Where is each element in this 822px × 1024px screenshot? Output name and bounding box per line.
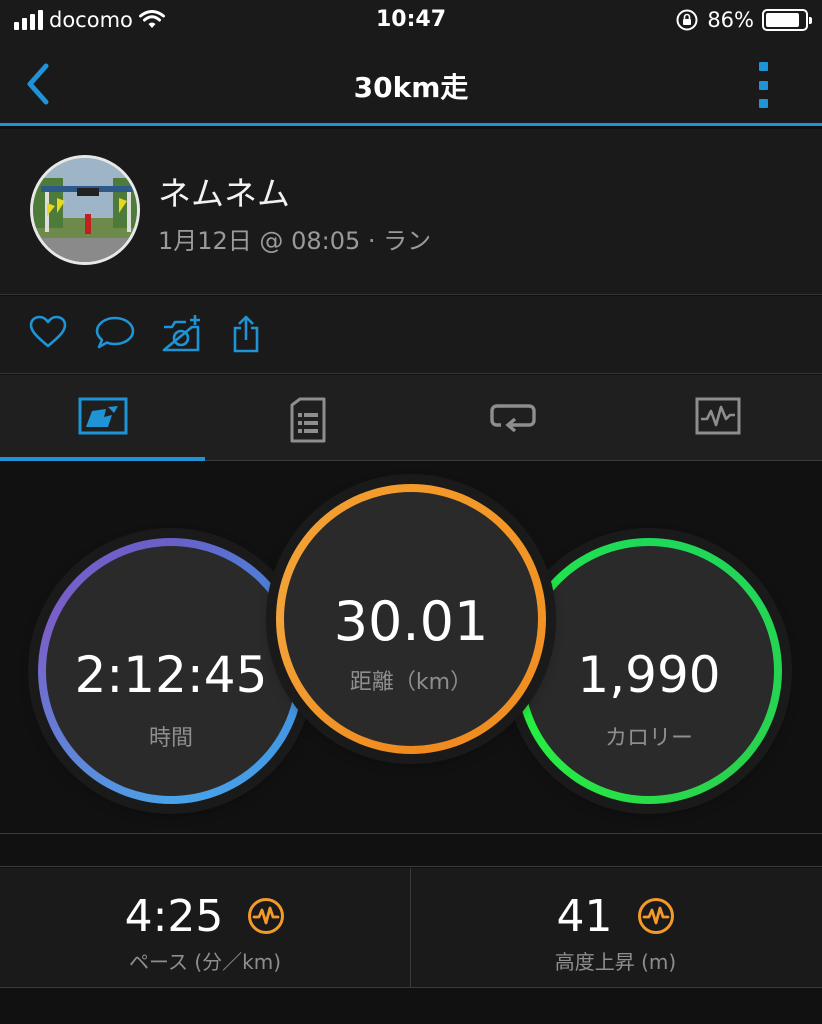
- comment-icon: [95, 316, 135, 349]
- nav-bar: 30km走: [0, 44, 822, 126]
- tab-laps[interactable]: [410, 375, 615, 461]
- battery-icon: [762, 9, 812, 31]
- activity-meta: 1月12日 @ 08:05 · ラン: [158, 227, 432, 255]
- details-icon: [290, 397, 325, 443]
- tab-details[interactable]: [205, 375, 410, 461]
- distance-metric[interactable]: 30.01 距離（km）: [276, 484, 546, 754]
- laps-icon: [489, 404, 536, 433]
- battery-percent: 86%: [707, 8, 754, 32]
- tab-bar: [0, 375, 822, 461]
- tab-indicator: [0, 457, 205, 461]
- pace-label: ペース (分／km): [128, 950, 282, 974]
- pulse-icon: [248, 898, 285, 934]
- more-dot: [758, 99, 768, 108]
- pulse-icon: [637, 898, 674, 934]
- distance-label: 距離（km）: [349, 670, 473, 695]
- add-photo-button[interactable]: [160, 314, 204, 354]
- pace-value: 4:25: [124, 890, 224, 942]
- distance-value: 30.01: [333, 590, 489, 653]
- elevation-stat[interactable]: 41 高度上昇 (m): [410, 868, 820, 988]
- summary-icon: [78, 397, 127, 435]
- battery-fill: [766, 13, 799, 27]
- time-value: 2:12:45: [74, 646, 268, 704]
- pace-value-row: 4:25: [0, 888, 410, 942]
- status-bar: docomo 10:47 86%: [0, 0, 822, 44]
- action-bar: [0, 296, 822, 374]
- tab-summary[interactable]: [0, 375, 205, 461]
- calories-metric[interactable]: 1,990 カロリー: [516, 538, 782, 804]
- status-right: 86%: [675, 8, 812, 32]
- add-photo-icon: [162, 315, 200, 352]
- elevation-value-row: 41: [411, 888, 820, 942]
- activity-header: ネムネム 1月12日 @ 08:05 · ラン: [0, 129, 822, 295]
- avatar-photo: [33, 158, 137, 262]
- more-vertical-icon: [758, 62, 768, 71]
- rotation-lock-icon: [676, 9, 698, 31]
- distance-metric-inner: 30.01 距離（km）: [284, 492, 538, 746]
- charts-icon: [695, 397, 740, 435]
- user-name[interactable]: ネムネム: [158, 167, 290, 215]
- stats-row: 4:25 ペース (分／km) 41 高度上昇 (m): [0, 868, 822, 988]
- pace-stat[interactable]: 4:25 ペース (分／km): [0, 868, 410, 988]
- time-metric-inner: 2:12:45 時間: [46, 546, 296, 796]
- more-dot: [758, 80, 768, 90]
- avatar[interactable]: [30, 155, 140, 265]
- share-button[interactable]: [228, 314, 272, 354]
- spacer: [0, 835, 822, 867]
- like-button[interactable]: [28, 314, 72, 354]
- calories-metric-inner: 1,990 カロリー: [524, 546, 774, 796]
- elevation-label: 高度上昇 (m): [554, 950, 677, 974]
- tab-charts[interactable]: [615, 375, 820, 461]
- time-metric[interactable]: 2:12:45 時間: [38, 538, 304, 804]
- calories-label: カロリー: [604, 726, 693, 751]
- elevation-value: 41: [556, 890, 613, 942]
- heart-icon: [29, 315, 67, 348]
- page-title: 30km走: [353, 71, 469, 104]
- bottom-area: [0, 989, 822, 1024]
- calories-value: 1,990: [577, 646, 721, 704]
- more-button[interactable]: [756, 62, 770, 108]
- comment-button[interactable]: [94, 314, 138, 354]
- share-icon: [233, 315, 259, 353]
- time-label: 時間: [148, 726, 193, 751]
